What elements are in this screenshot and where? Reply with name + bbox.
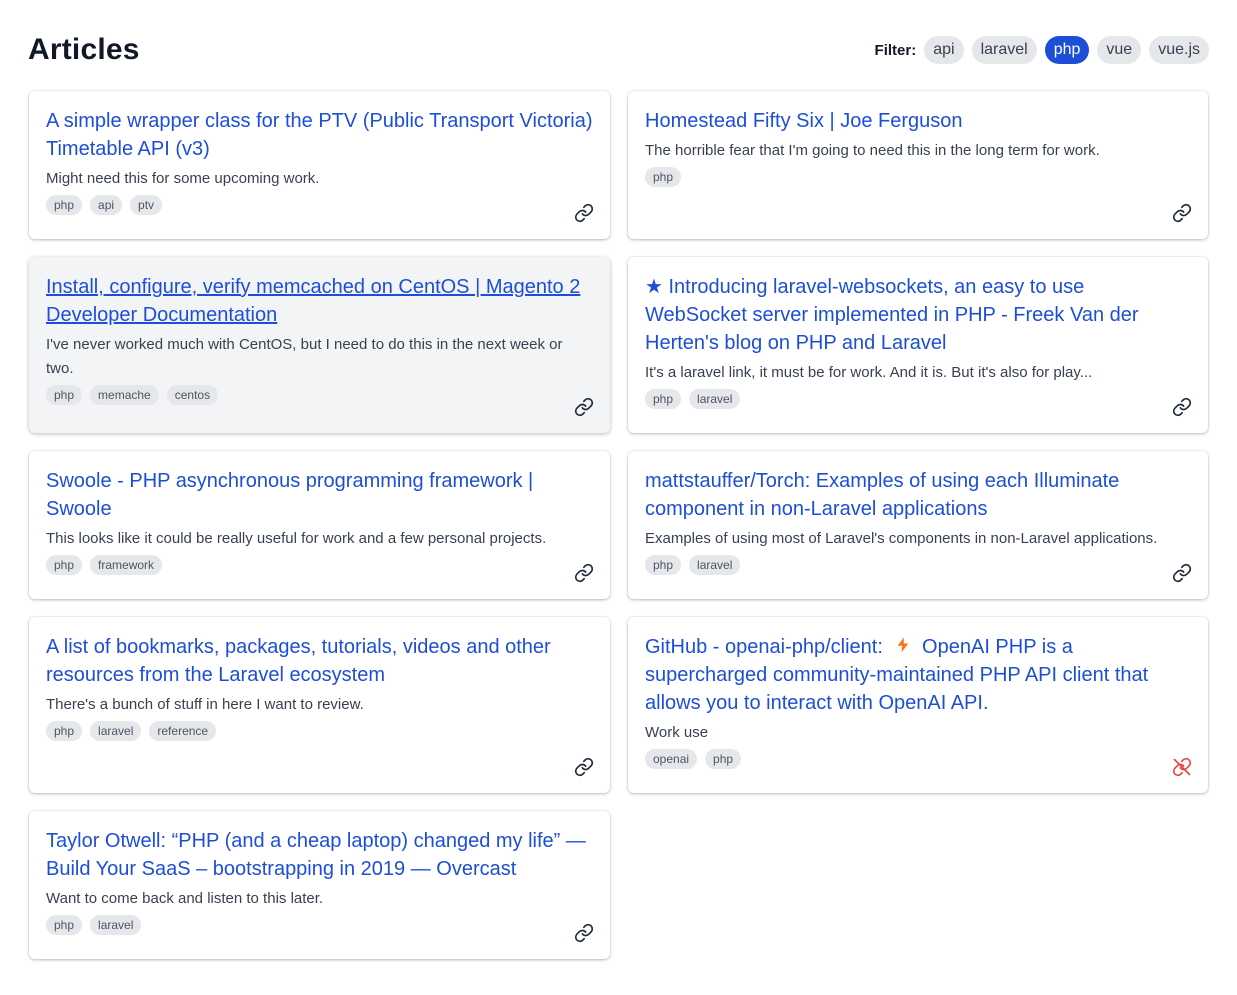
- article-title-link[interactable]: Swoole - PHP asynchronous programming fr…: [46, 467, 593, 523]
- article-card: Taylor Otwell: “PHP (and a cheap laptop)…: [29, 811, 610, 959]
- tag-chip[interactable]: php: [645, 555, 682, 575]
- page-header: Articles Filter: api laravel php vue vue…: [28, 28, 1209, 72]
- filter-pill-vuejs[interactable]: vue.js: [1149, 36, 1209, 64]
- article-description: This looks like it could be really usefu…: [46, 530, 547, 547]
- link-icon[interactable]: [574, 757, 594, 777]
- tag-chip[interactable]: laravel: [90, 915, 142, 935]
- article-description: Want to come back and listen to this lat…: [46, 890, 324, 907]
- tag-chip[interactable]: laravel: [689, 555, 741, 575]
- article-title-link[interactable]: Install, configure, verify memcached on …: [46, 273, 593, 329]
- article-tags: php: [645, 167, 1191, 187]
- broken-link-icon[interactable]: [1172, 757, 1192, 777]
- article-title-link[interactable]: Homestead Fifty Six | Joe Ferguson: [645, 107, 1191, 135]
- article-tags: openai php: [645, 749, 1191, 769]
- filter-pill-api[interactable]: api: [924, 36, 964, 64]
- link-icon[interactable]: [574, 923, 594, 943]
- tag-chip[interactable]: ptv: [130, 195, 163, 215]
- tag-chip[interactable]: reference: [149, 721, 217, 741]
- article-title-link[interactable]: GitHub - openai-php/client: OpenAI PHP i…: [645, 633, 1191, 717]
- filter-label: Filter:: [874, 41, 917, 59]
- tag-chip[interactable]: laravel: [90, 721, 142, 741]
- link-icon[interactable]: [1172, 397, 1192, 417]
- article-tags: php memache centos: [46, 385, 593, 405]
- tag-chip[interactable]: php: [645, 167, 682, 187]
- article-card: A list of bookmarks, packages, tutorials…: [29, 617, 610, 793]
- article-title-link[interactable]: A simple wrapper class for the PTV (Publ…: [46, 107, 593, 163]
- tag-chip[interactable]: api: [90, 195, 123, 215]
- article-description: The horrible fear that I'm going to need…: [645, 142, 1100, 159]
- article-title-link[interactable]: A list of bookmarks, packages, tutorials…: [46, 633, 593, 689]
- article-description: I've never worked much with CentOS, but …: [46, 336, 563, 377]
- article-description: Work use: [645, 724, 709, 741]
- article-tags: php framework: [46, 555, 593, 575]
- link-icon[interactable]: [574, 203, 594, 223]
- article-card: A simple wrapper class for the PTV (Publ…: [29, 91, 610, 239]
- article-tags: php laravel: [645, 555, 1191, 575]
- title-prefix: GitHub - openai-php/client:: [645, 636, 883, 658]
- tag-chip[interactable]: php: [705, 749, 742, 769]
- article-title-link[interactable]: mattstauffer/Torch: Examples of using ea…: [645, 467, 1191, 523]
- article-description: Might need this for some upcoming work.: [46, 170, 320, 187]
- tag-chip[interactable]: centos: [166, 385, 219, 405]
- article-card: GitHub - openai-php/client: OpenAI PHP i…: [628, 617, 1208, 793]
- tag-chip[interactable]: memache: [90, 385, 159, 405]
- article-card: Homestead Fifty Six | Joe Ferguson The h…: [628, 91, 1208, 239]
- article-card: mattstauffer/Torch: Examples of using ea…: [628, 451, 1208, 599]
- link-icon[interactable]: [1172, 203, 1192, 223]
- article-title-link[interactable]: Taylor Otwell: “PHP (and a cheap laptop)…: [46, 827, 593, 883]
- article-tags: php laravel reference: [46, 721, 593, 741]
- filter-pill-vue[interactable]: vue: [1097, 36, 1142, 64]
- article-card: Swoole - PHP asynchronous programming fr…: [29, 451, 610, 599]
- article-card: ★ Introducing laravel-websockets, an eas…: [628, 257, 1208, 433]
- tag-chip[interactable]: php: [46, 385, 83, 405]
- tag-chip[interactable]: php: [46, 915, 83, 935]
- article-description: It's a laravel link, it must be for work…: [645, 364, 1093, 381]
- tag-chip[interactable]: php: [46, 555, 83, 575]
- article-title-link[interactable]: ★ Introducing laravel-websockets, an eas…: [645, 273, 1191, 357]
- article-card: Install, configure, verify memcached on …: [29, 257, 610, 433]
- page-title: Articles: [28, 33, 140, 66]
- tag-chip[interactable]: php: [645, 389, 682, 409]
- article-description: Examples of using most of Laravel's comp…: [645, 530, 1158, 547]
- article-tags: php laravel: [46, 915, 593, 935]
- tag-filter: Filter: api laravel php vue vue.js: [875, 36, 1209, 64]
- article-description: There's a bunch of stuff in here I want …: [46, 696, 364, 713]
- lightning-bolt-icon: [894, 634, 912, 656]
- link-icon[interactable]: [574, 397, 594, 417]
- filter-pill-php[interactable]: php: [1044, 36, 1090, 64]
- tag-chip[interactable]: openai: [645, 749, 698, 769]
- article-tags: php laravel: [645, 389, 1191, 409]
- tag-chip[interactable]: framework: [90, 555, 163, 575]
- filter-pill-laravel[interactable]: laravel: [971, 36, 1037, 64]
- tag-chip[interactable]: php: [46, 195, 83, 215]
- link-icon[interactable]: [1172, 563, 1192, 583]
- article-tags: php api ptv: [46, 195, 593, 215]
- tag-chip[interactable]: laravel: [689, 389, 741, 409]
- link-icon[interactable]: [574, 563, 594, 583]
- tag-chip[interactable]: php: [46, 721, 83, 741]
